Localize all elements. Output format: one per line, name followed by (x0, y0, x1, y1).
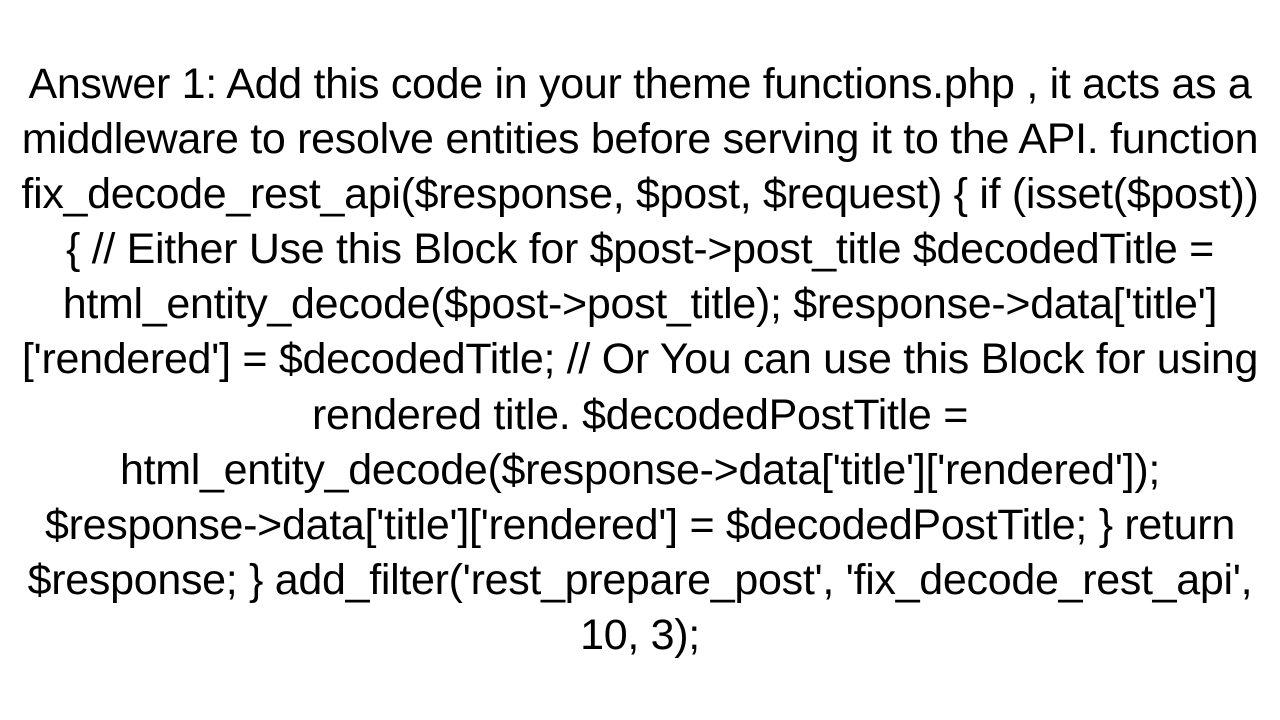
answer-text: Answer 1: Add this code in your theme fu… (0, 57, 1280, 662)
